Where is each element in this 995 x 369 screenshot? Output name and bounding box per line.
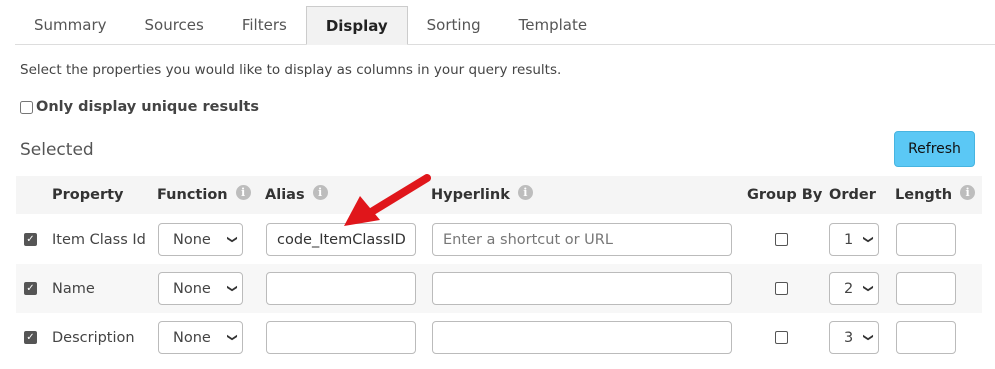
tab-summary[interactable]: Summary (15, 6, 126, 44)
group-by-checkbox[interactable] (775, 233, 788, 246)
length-input[interactable] (896, 321, 956, 354)
order-select[interactable]: 1 ❯ (829, 223, 879, 256)
checkmark-icon[interactable]: ✓ (24, 331, 37, 344)
row-property: Name (52, 280, 95, 297)
col-hyperlink: Hyperlink i (431, 176, 533, 214)
group-by-checkbox[interactable] (775, 331, 788, 344)
display-description: Select the properties you would like to … (20, 62, 562, 78)
chevron-down-icon: ❯ (226, 235, 238, 244)
col-alias: Alias i (265, 176, 328, 214)
col-order: Order (829, 187, 876, 203)
order-select[interactable]: 2 ❯ (829, 272, 879, 305)
checkmark-icon[interactable]: ✓ (24, 233, 37, 246)
col-length: Length i (895, 176, 976, 214)
chevron-down-icon: ❯ (226, 284, 238, 293)
table-row: ✓ Name None ❯ 2 ❯ (16, 264, 982, 313)
length-input[interactable] (896, 272, 956, 305)
unique-results-option: Only display unique results (20, 99, 259, 115)
hyperlink-input[interactable] (432, 272, 732, 305)
hyperlink-input[interactable] (432, 223, 732, 256)
unique-results-label: Only display unique results (36, 99, 259, 115)
group-by-checkbox[interactable] (775, 282, 788, 295)
alias-input[interactable] (266, 321, 416, 354)
selected-section-title: Selected (20, 140, 94, 160)
info-icon[interactable]: i (235, 184, 251, 200)
chevron-down-icon: ❯ (862, 235, 874, 244)
info-icon[interactable]: i (517, 184, 533, 200)
tab-template[interactable]: Template (500, 6, 606, 44)
tab-sources[interactable]: Sources (126, 6, 223, 44)
refresh-button[interactable]: Refresh (894, 131, 975, 167)
annotation-arrow-icon (344, 174, 431, 226)
tab-filters[interactable]: Filters (223, 6, 306, 44)
tab-sorting[interactable]: Sorting (408, 6, 500, 44)
table-row: ✓ Item Class Id None❯ 1❯ (16, 215, 982, 264)
row-property: Item Class Id (52, 231, 146, 248)
tab-bar: Summary Sources Filters Display Sorting … (15, 6, 995, 45)
function-select[interactable]: None ❯ (158, 272, 243, 305)
table-row: ✓ Description None ❯ 3 ❯ (16, 313, 982, 362)
info-icon[interactable]: i (960, 184, 976, 200)
chevron-down-icon: ❯ (862, 333, 874, 342)
tab-display[interactable]: Display (305, 6, 408, 45)
col-function: Function i (157, 176, 251, 214)
info-icon[interactable]: i (312, 184, 328, 200)
function-select[interactable]: None ❯ (158, 223, 243, 256)
col-property: Property (52, 187, 124, 203)
function-select[interactable]: None ❯ (158, 321, 243, 354)
hyperlink-input[interactable] (432, 321, 732, 354)
alias-input[interactable] (266, 272, 416, 305)
chevron-down-icon: ❯ (226, 333, 238, 342)
unique-results-checkbox[interactable] (20, 100, 33, 114)
order-select[interactable]: 3 ❯ (829, 321, 879, 354)
chevron-down-icon: ❯ (862, 284, 874, 293)
row-property: Description (52, 329, 135, 346)
table-header: Property Function i Alias i Hyperlink i Gro… (16, 176, 982, 214)
checkmark-icon[interactable]: ✓ (24, 282, 37, 295)
col-group-by: Group By (747, 187, 823, 203)
length-input[interactable] (896, 223, 956, 256)
